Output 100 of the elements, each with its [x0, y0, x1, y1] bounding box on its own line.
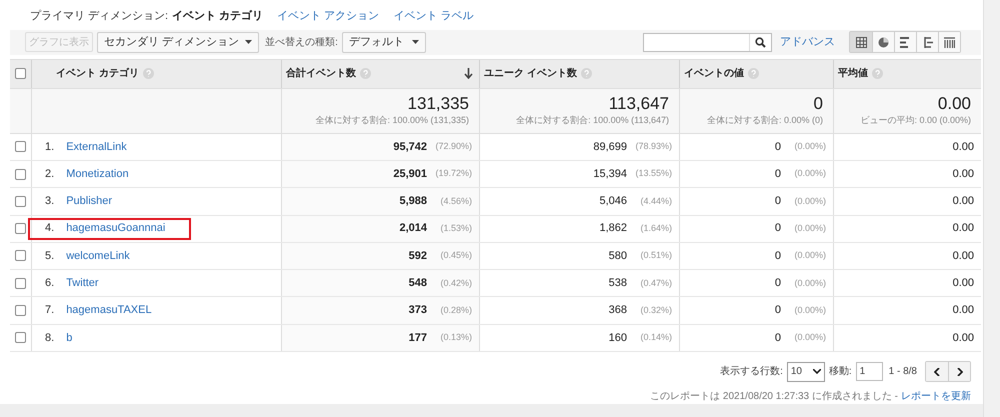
- pivot-icon: [944, 36, 955, 48]
- category-link[interactable]: ExternalLink: [66, 138, 127, 156]
- row-number: 1.: [45, 140, 54, 155]
- cell-percentage: (19.72%): [434, 167, 472, 180]
- checkbox[interactable]: [15, 332, 26, 344]
- column-header[interactable]: イベント カテゴリ: [56, 66, 139, 82]
- checkbox[interactable]: [15, 68, 26, 80]
- cell-value: 95,742: [393, 140, 427, 155]
- goto-label: 移動:: [828, 365, 852, 379]
- next-page-button[interactable]: [948, 362, 970, 381]
- caret-icon: [245, 40, 252, 44]
- total-value: 113,647: [608, 94, 669, 114]
- cell-percentage: (0.13%): [439, 331, 472, 344]
- category-link[interactable]: hagemasuGoannnai: [66, 220, 166, 237]
- category-link[interactable]: welcomeLink: [66, 248, 130, 264]
- row-number: 6.: [45, 276, 54, 291]
- cell-percentage: (0.00%): [793, 194, 826, 208]
- bar-chart-icon: [900, 36, 911, 48]
- category-link[interactable]: Twitter: [66, 275, 99, 292]
- cell-percentage: (0.00%): [793, 276, 826, 290]
- cell-percentage: (0.00%): [793, 331, 826, 344]
- row-number: 4.: [45, 221, 54, 236]
- total-value: 0: [814, 94, 823, 114]
- cell-percentage: (0.47%): [639, 276, 672, 290]
- cell-percentage: (0.00%): [793, 167, 826, 180]
- secondary-dimension-dropdown[interactable]: セカンダリ ディメンション: [97, 32, 260, 53]
- cell-value: 538: [608, 276, 627, 291]
- cell-percentage: (0.00%): [793, 304, 826, 317]
- chevron-down-icon: [812, 369, 821, 374]
- cell-percentage: (4.44%): [639, 194, 672, 208]
- cell-value: 0.00: [952, 221, 974, 236]
- cell-value: 15,394: [593, 166, 627, 182]
- cell-percentage: (4.56%): [439, 194, 472, 208]
- cell-value: 177: [408, 330, 427, 346]
- goto-field[interactable]: 1: [856, 362, 883, 381]
- help-icon: [360, 68, 371, 80]
- cell-value: 25,901: [393, 166, 427, 182]
- rows-select[interactable]: 10: [786, 362, 825, 382]
- checkbox[interactable]: [15, 250, 26, 262]
- checkbox[interactable]: [15, 196, 26, 207]
- row-number: 2.: [45, 166, 54, 182]
- row-number: 3.: [45, 194, 54, 210]
- sort-dropdown[interactable]: デフォルト: [342, 32, 426, 53]
- cell-value: 0: [774, 303, 781, 318]
- cell-value: 0.00: [952, 330, 974, 346]
- cell-value: 0.00: [952, 194, 974, 210]
- cell-value: 373: [408, 303, 427, 318]
- cell-value: 0: [774, 221, 781, 236]
- category-link[interactable]: Publisher: [66, 193, 112, 210]
- rows-label: 表示する行数:: [720, 364, 783, 379]
- column-header[interactable]: ユニーク イベント数: [484, 66, 577, 82]
- column-header[interactable]: イベントの値: [684, 66, 744, 82]
- category-link[interactable]: b: [66, 330, 72, 346]
- checkbox[interactable]: [15, 223, 26, 234]
- checkbox[interactable]: [15, 305, 26, 316]
- advanced-link[interactable]: アドバンス: [780, 34, 835, 51]
- dimension-tab[interactable]: イベント ラベル: [393, 8, 474, 24]
- row-number: 7.: [45, 303, 54, 318]
- cell-percentage: (0.00%): [793, 249, 826, 262]
- checkbox[interactable]: [15, 141, 26, 152]
- report-timestamp: このレポートは 2021/08/20 1:27:33 に作成されました -: [650, 390, 898, 404]
- cell-percentage: (13.55%): [634, 167, 672, 180]
- cell-value: 0.00: [952, 140, 974, 155]
- column-header[interactable]: 合計イベント数: [286, 66, 356, 82]
- category-link[interactable]: Monetization: [66, 166, 129, 182]
- cell-percentage: (0.14%): [639, 331, 672, 344]
- cell-percentage: (0.51%): [639, 249, 672, 262]
- checkbox[interactable]: [15, 168, 26, 180]
- sort-label: 並べ替えの種類:: [265, 36, 338, 50]
- row-number: 8.: [45, 330, 54, 346]
- view-button[interactable]: [938, 32, 960, 52]
- dimension-tab[interactable]: イベント カテゴリ: [172, 8, 264, 24]
- refresh-report-link[interactable]: レポートを更新: [901, 389, 971, 404]
- pie-chart-icon: [878, 36, 889, 48]
- cell-percentage: (1.64%): [639, 222, 672, 235]
- dimension-tab[interactable]: イベント アクション: [277, 8, 380, 24]
- cell-value: 0: [774, 248, 781, 264]
- view-button[interactable]: [850, 32, 872, 52]
- search-field[interactable]: [643, 32, 772, 52]
- help-icon: [872, 68, 883, 80]
- cell-value: 0: [774, 140, 781, 155]
- search-icon: [755, 36, 766, 48]
- cell-value: 160: [608, 330, 627, 346]
- previous-page-button[interactable]: [926, 362, 948, 381]
- cell-percentage: (0.42%): [439, 276, 472, 290]
- cell-percentage: (1.53%): [439, 222, 472, 235]
- cell-value: 5,988: [399, 194, 427, 210]
- dimension-label: プライマリ ディメンション:: [30, 8, 168, 24]
- cell-value: 548: [408, 276, 427, 291]
- cell-value: 0.00: [952, 248, 974, 264]
- category-link[interactable]: hagemasuTAXEL: [66, 302, 152, 319]
- total-value: 131,335: [408, 94, 469, 114]
- cell-value: 0.00: [952, 303, 974, 318]
- row-number: 5.: [45, 248, 54, 264]
- cell-percentage: (0.00%): [793, 222, 826, 235]
- total-value: 0.00: [938, 94, 971, 114]
- cell-value: 0.00: [952, 276, 974, 291]
- page-range: 1 - 8/8: [888, 365, 917, 379]
- checkbox[interactable]: [15, 278, 26, 289]
- column-header[interactable]: 平均値: [838, 66, 868, 82]
